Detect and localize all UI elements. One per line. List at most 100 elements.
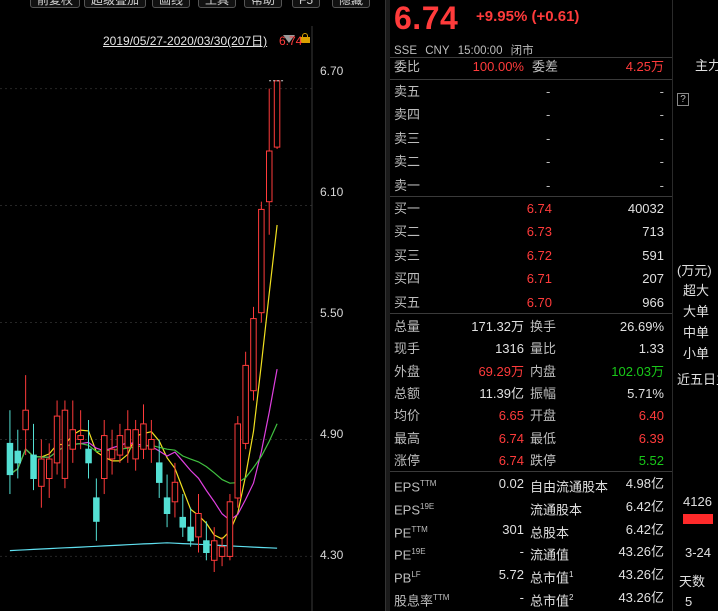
fundamental-row: PETTM 301 总股本 6.42亿 — [390, 518, 672, 541]
toolbar-button-f5[interactable]: F5 — [292, 0, 321, 8]
ask-price: - — [546, 107, 551, 123]
stat-value: 1.33 — [638, 341, 664, 357]
stat-value: 6.74 — [498, 430, 524, 446]
stat-value: 26.69% — [619, 319, 664, 334]
bid-price: 6.74 — [526, 201, 552, 216]
cat-large: 大单 — [683, 304, 710, 319]
fundamental-value: - — [519, 590, 524, 605]
ask-price: - — [546, 130, 551, 146]
fundamental-label: 总市值 — [530, 593, 570, 609]
candle-up — [61, 409, 69, 479]
candle-up — [218, 546, 226, 557]
stat-value: 11.39亿 — [479, 385, 524, 401]
bid-label: 买二 — [394, 224, 421, 240]
fundamental-label: 总股本 — [530, 524, 570, 540]
fundamental-label: 自由流通股本 — [530, 479, 609, 495]
candle-down — [93, 497, 100, 522]
stat-label: 最高 — [394, 430, 421, 446]
fundamental-suffix: 1 — [569, 570, 574, 580]
toolbar-button-help[interactable]: 帮助 — [244, 0, 283, 8]
ask-volume: - — [659, 84, 664, 99]
toolbar-button-draw[interactable]: 画线 — [152, 0, 191, 8]
candle-up — [148, 439, 155, 450]
fundamental-value: 4.98亿 — [625, 476, 664, 491]
bid-volume: 713 — [642, 224, 664, 240]
fundamental-label: EPS — [394, 502, 421, 518]
fundamental-suffix: TTM — [433, 593, 450, 602]
bid-row: 买三 6.72 591 — [390, 244, 672, 267]
fundamental-value: 301 — [502, 521, 524, 537]
toolbar-button-tools[interactable]: 工具 — [198, 0, 237, 8]
toolbar-button-overlay[interactable]: 超级叠加 — [84, 0, 147, 8]
y-tick-label: 5.50 — [320, 306, 344, 320]
cat-small: 小单 — [683, 346, 710, 361]
ma-line-60 — [9, 542, 278, 552]
fundamental-label-wrap: 股息率TTM — [394, 586, 449, 611]
stat-row: 外盘 69.29万 内盘 102.03万 — [390, 360, 672, 383]
help-icon[interactable]: ? — [677, 93, 689, 106]
stat-label: 内盘 — [530, 363, 557, 379]
stat-label: 现手 — [394, 341, 421, 357]
bid-price: 6.71 — [526, 271, 552, 287]
capital-flow-strip: 主力 ? (万元) 超大 大单 中单 小单 近五日主 4126 3-24 天数 … — [672, 0, 718, 611]
candle-down — [85, 448, 92, 464]
bid-volume: 40032 — [627, 201, 664, 216]
fundamental-label-wrap: 总市值2 — [530, 586, 573, 611]
ask-label: 卖一 — [394, 177, 421, 193]
candle-up — [171, 481, 179, 503]
diff-label: 委差 — [532, 59, 559, 74]
ask-price: - — [546, 154, 551, 170]
chart-toolbar: 前复权 超级叠加 画线 工具 帮助 F5 隐藏 — [0, 0, 385, 8]
price-change: +9.95% (+0.61) — [476, 8, 580, 25]
candle-up — [242, 364, 249, 444]
fundamental-label: 总市值 — [530, 570, 570, 586]
fundamental-value: - — [519, 544, 524, 560]
stat-row: 涨停 6.74 跌停 5.52 — [390, 449, 672, 472]
days-label: 天数 — [679, 574, 706, 589]
ask-volume: - — [659, 107, 664, 123]
toolbar-button-adjust[interactable]: 前复权 — [30, 0, 81, 8]
bid-row: 买二 6.73 713 — [390, 220, 672, 243]
candle-up — [140, 423, 147, 450]
ask-row: 卖五 - - — [390, 80, 672, 103]
candle-down — [6, 442, 14, 476]
candle-up — [273, 80, 281, 148]
candle-up — [250, 318, 257, 392]
fundamental-label: 流通股本 — [530, 502, 583, 518]
flow-amount: 4126 — [683, 494, 712, 509]
fundamental-row: EPS19E 流通股本 6.42亿 — [390, 495, 672, 518]
bid-price: 6.70 — [526, 294, 552, 310]
fundamental-label: PB — [394, 570, 412, 586]
candle-up — [46, 458, 53, 479]
ask-volume: - — [659, 177, 664, 193]
bid-price: 6.73 — [526, 224, 552, 240]
stat-value: 1316 — [495, 341, 524, 357]
stat-row: 总量 171.32万 换手 26.69% — [390, 315, 672, 338]
candle-up — [77, 435, 84, 441]
candle-down — [203, 540, 210, 553]
diff-value: 4.25万 — [625, 59, 664, 74]
stat-value: 5.71% — [627, 385, 664, 401]
ask-label: 卖三 — [394, 130, 421, 146]
ask-price: - — [546, 177, 551, 193]
stat-value: 171.32万 — [471, 319, 524, 334]
toolbar-button-hide[interactable]: 隐藏 — [332, 0, 371, 8]
fundamental-label: PE — [394, 547, 412, 563]
ask-volume: - — [659, 130, 664, 146]
bid-label: 买一 — [394, 201, 421, 216]
candle-up — [22, 409, 29, 431]
fundamental-value: 43.26亿 — [618, 590, 664, 605]
candlestick-series — [6, 80, 286, 573]
bid-label: 买五 — [394, 294, 421, 310]
fundamental-value: 43.26亿 — [618, 567, 664, 583]
stat-value: 6.74 — [498, 452, 524, 468]
current-price: 6.74 — [394, 0, 459, 36]
candle-up — [108, 448, 116, 460]
flow-bar — [683, 514, 713, 524]
candle-up — [124, 429, 131, 448]
candle-up — [69, 429, 76, 450]
bid-row: 买一 6.74 40032 — [390, 197, 672, 220]
stat-value: 6.40 — [638, 408, 664, 424]
fundamental-row: PBLF 5.72 总市值1 43.26亿 — [390, 563, 672, 586]
stat-label: 开盘 — [530, 408, 557, 424]
